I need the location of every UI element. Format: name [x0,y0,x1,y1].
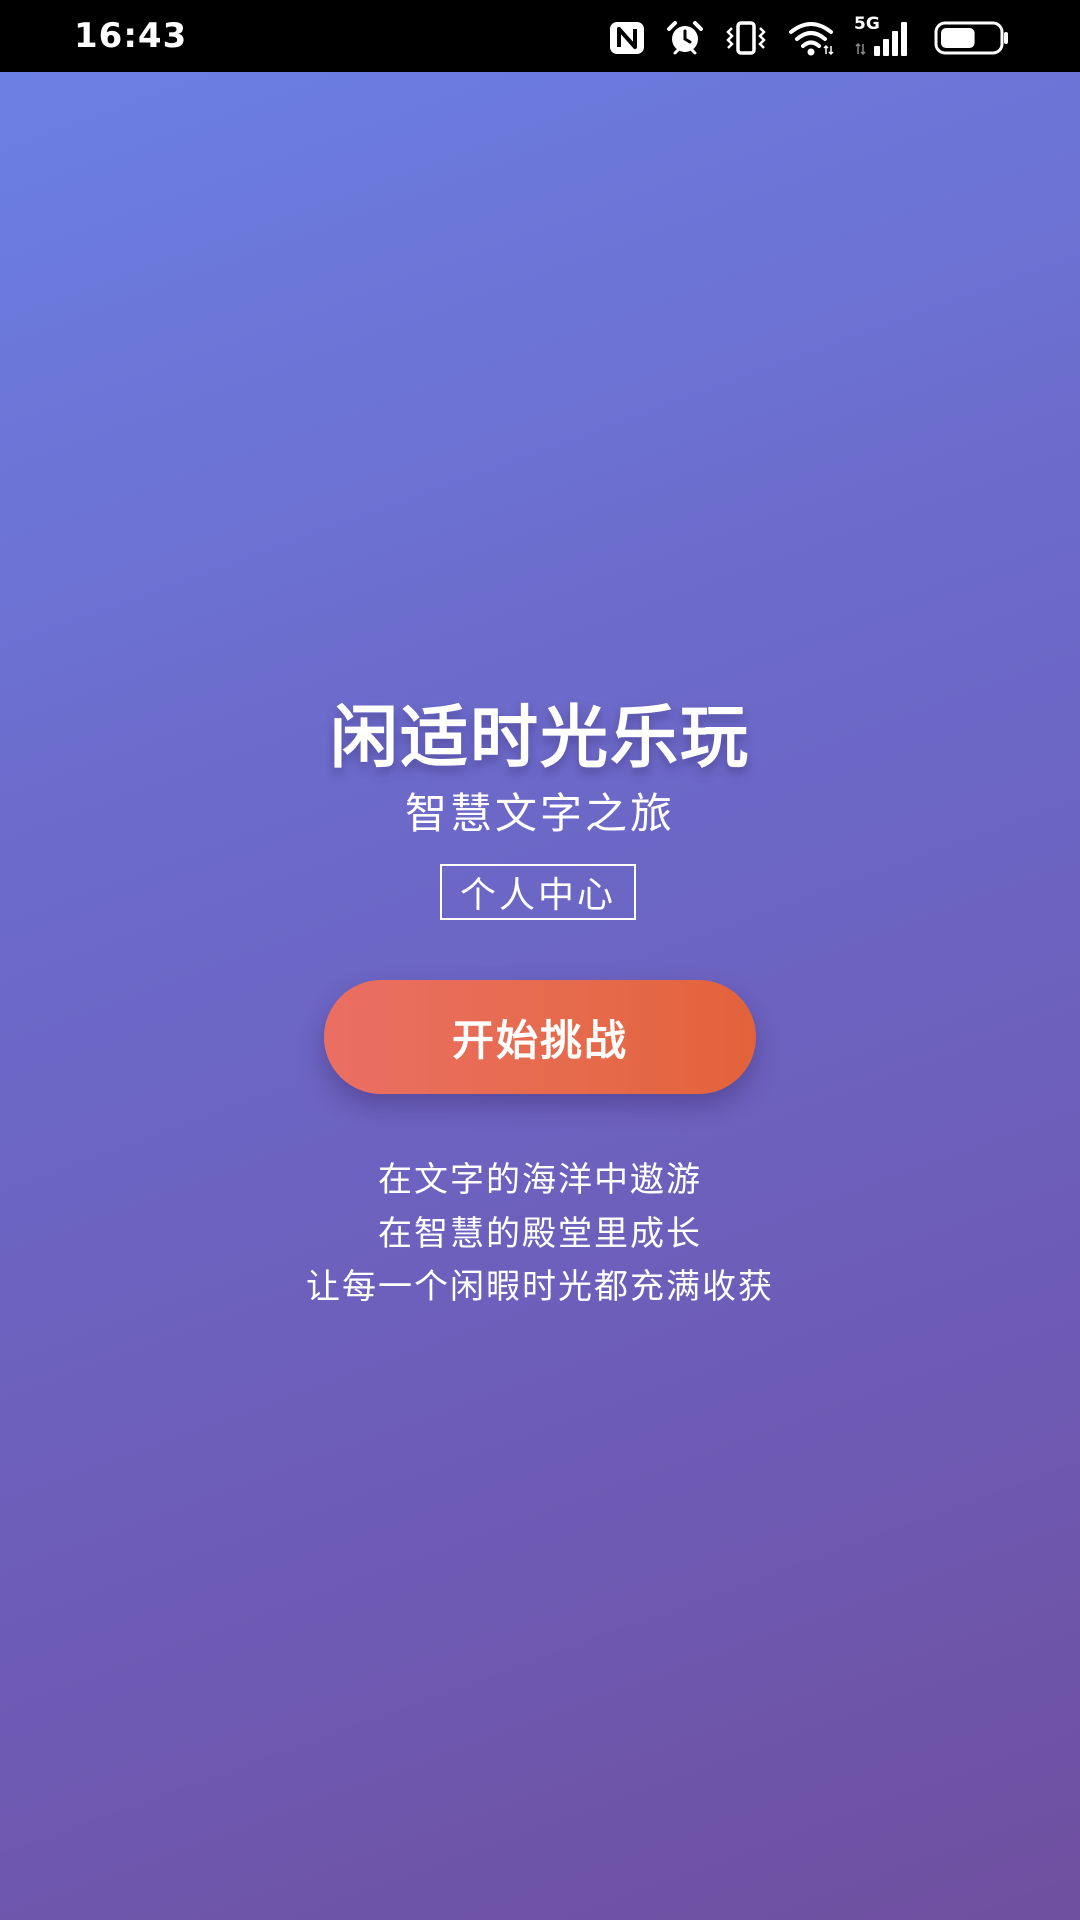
battery-icon [934,20,1010,56]
status-icons: 5G [608,14,1010,58]
page-title: 闲适时光乐玩 [329,699,750,778]
tagline-line: 在智慧的殿堂里成长 [378,1214,702,1254]
signal-icon: 5G [854,14,914,58]
wifi-icon [788,20,834,56]
nfc-icon [608,20,646,56]
page-subtitle: 智慧文字之旅 [404,789,675,838]
tagline-line: 让每一个闲暇时光都充满收获 [306,1267,774,1307]
start-challenge-label: 开始挑战 [451,1015,628,1065]
alarm-icon [666,20,704,56]
vibrate-icon [724,20,768,56]
personal-center-label: 个人中心 [459,875,616,916]
personal-center-button[interactable]: 个人中心 [440,864,636,920]
start-challenge-button[interactable]: 开始挑战 [324,980,756,1094]
home-screen: 闲适时光乐玩 智慧文字之旅 个人中心 开始挑战 在文字的海洋中遨游 在智慧的殿堂… [0,72,1080,1920]
status-bar: 16:43 5G [0,0,1080,72]
tagline-line: 在文字的海洋中遨游 [378,1160,702,1200]
status-time: 16:43 [74,16,188,56]
